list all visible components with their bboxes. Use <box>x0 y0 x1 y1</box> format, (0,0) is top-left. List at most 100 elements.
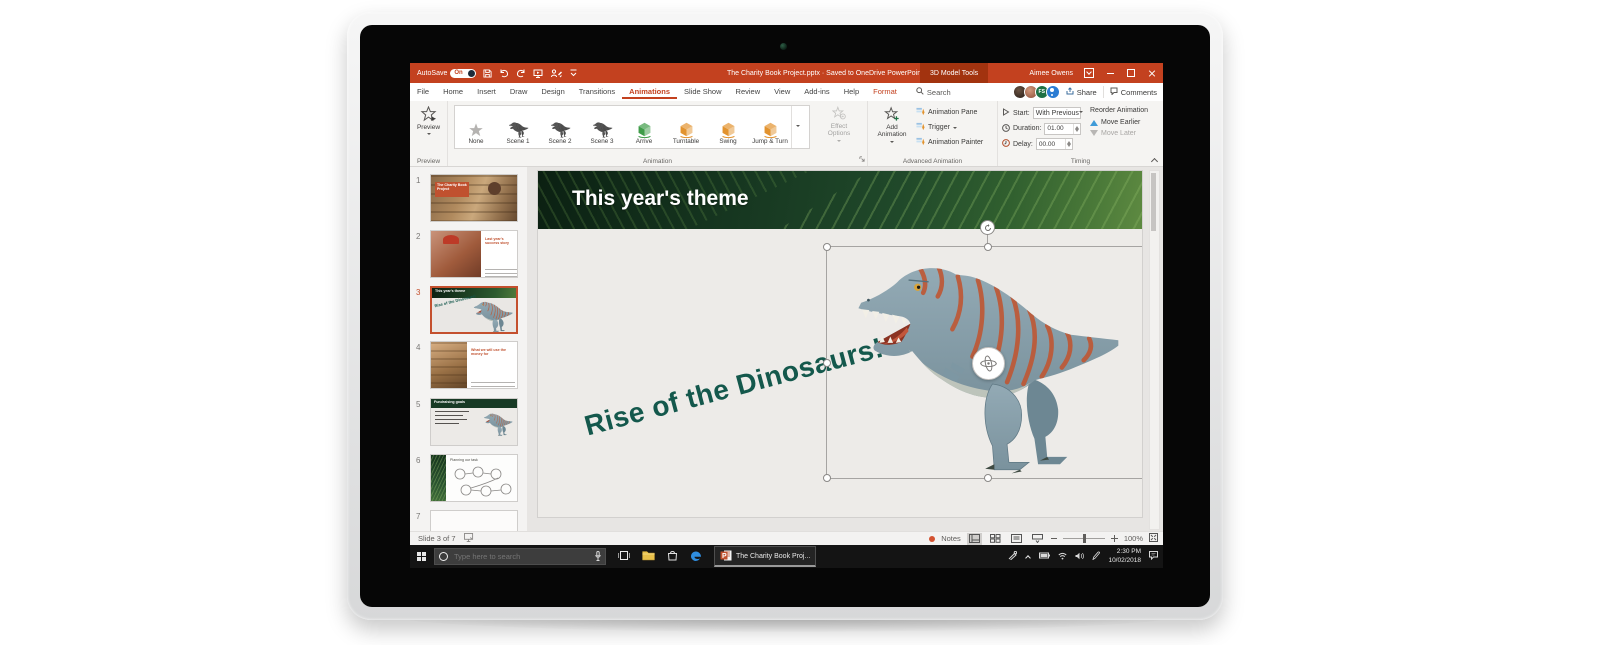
spinner-icon[interactable] <box>1065 139 1072 149</box>
notes-button[interactable]: Notes <box>941 534 961 543</box>
animation-gallery-item[interactable]: Scene 2 <box>539 106 581 148</box>
effect-options-button[interactable]: Effect Options <box>814 106 864 144</box>
zoom-in-icon[interactable] <box>1111 535 1118 542</box>
zoom-level[interactable]: 100% <box>1124 534 1143 543</box>
account-name[interactable]: Aimee Owens <box>1029 70 1073 77</box>
animation-gallery-item[interactable]: Swing <box>707 106 749 148</box>
advanced-animation-command[interactable]: Animation Pane <box>916 107 983 118</box>
ribbon-tab[interactable]: Transitions <box>572 85 622 99</box>
move-later-button[interactable]: Move Later <box>1090 130 1148 137</box>
slide-thumbnail-1[interactable]: 1 The Charity Book Project <box>410 174 527 222</box>
vertical-scrollbar[interactable] <box>1149 170 1160 530</box>
taskbar-clock[interactable]: 2:30 PM 10/02/2018 <box>1108 548 1141 564</box>
delay-input[interactable] <box>1036 138 1073 150</box>
ribbon-tab[interactable]: View <box>767 85 797 99</box>
slide-thumbnail-5[interactable]: 5 Fundraising goals <box>410 398 527 446</box>
search-input[interactable]: Search <box>916 87 951 97</box>
save-icon[interactable] <box>483 69 492 78</box>
rotate-handle[interactable] <box>980 220 995 235</box>
taskbar-search[interactable] <box>434 548 606 565</box>
restore-icon[interactable] <box>1126 68 1136 78</box>
slide-thumbnail-4[interactable]: 4 What we will use the money for <box>410 341 527 389</box>
resize-handle-left[interactable] <box>823 359 831 367</box>
slide-title[interactable]: This year's theme <box>572 187 749 211</box>
animation-gallery-item[interactable]: Scene 3 <box>581 106 623 148</box>
advanced-animation-command[interactable]: Trigger <box>916 122 983 133</box>
file-explorer-icon[interactable] <box>642 550 655 563</box>
ribbon-tab[interactable]: Design <box>534 85 571 99</box>
taskbar-active-app-powerpoint[interactable]: P The Charity Book Proj... <box>714 546 816 567</box>
network-icon[interactable] <box>1058 552 1067 562</box>
slide-thumbnail-7[interactable]: 7 <box>410 510 527 531</box>
ribbon-tab[interactable]: Insert <box>470 85 503 99</box>
store-icon[interactable] <box>667 550 678 563</box>
edge-icon[interactable] <box>690 550 702 564</box>
reading-view-icon[interactable] <box>1009 533 1024 545</box>
minimize-icon[interactable] <box>1105 68 1115 78</box>
ink-workspace-icon[interactable] <box>1008 551 1017 562</box>
selection-box[interactable] <box>826 246 1143 479</box>
advanced-animation-command[interactable]: Animation Painter <box>916 137 983 148</box>
collapse-ribbon-icon[interactable] <box>1151 157 1158 164</box>
hidden-icons-icon[interactable] <box>1025 554 1031 560</box>
animation-gallery-item[interactable]: None <box>455 106 497 148</box>
zoom-out-icon[interactable] <box>1051 538 1057 539</box>
microphone-icon[interactable] <box>595 551 601 563</box>
start-select[interactable]: With Previous <box>1033 107 1081 119</box>
slide-thumbnail-6[interactable]: 6 Planning our task <box>410 454 527 502</box>
3d-rotate-control[interactable] <box>972 347 1005 380</box>
slide-3[interactable]: This year's theme Rise of the Dinosaurs! <box>537 170 1143 518</box>
battery-icon[interactable] <box>1039 552 1050 561</box>
redo-icon[interactable] <box>516 69 526 78</box>
slide-thumbnail-2[interactable]: 2 Last year's success story <box>410 230 527 278</box>
customize-qat-icon[interactable] <box>570 69 577 77</box>
search-input[interactable] <box>452 551 591 562</box>
gallery-more-icon[interactable] <box>791 106 803 148</box>
spinner-icon[interactable] <box>1073 124 1080 134</box>
avatar[interactable] <box>1046 85 1060 99</box>
slide-sorter-icon[interactable] <box>988 533 1003 545</box>
zoom-slider[interactable] <box>1063 538 1105 539</box>
ribbon-tab[interactable]: Home <box>436 85 470 99</box>
resize-handle-top-left[interactable] <box>823 243 831 251</box>
ribbon-tab[interactable]: Animations <box>622 85 677 99</box>
collaborator-avatars[interactable]: FS <box>1013 85 1060 99</box>
resize-handle-bottom-left[interactable] <box>823 474 831 482</box>
dialog-launcher-icon[interactable] <box>859 156 865 164</box>
draw-mode-icon[interactable] <box>550 69 563 78</box>
animation-gallery-item[interactable]: Jump & Turn <box>749 106 791 148</box>
ribbon-display-options-icon[interactable] <box>1084 68 1094 78</box>
fit-to-window-icon[interactable] <box>1149 533 1158 544</box>
animation-gallery-item[interactable]: Turntable <box>665 106 707 148</box>
zoom-slider-thumb[interactable] <box>1083 534 1086 543</box>
share-button[interactable]: Share <box>1066 87 1097 97</box>
slide-thumbnail-3-selected[interactable]: 3 This year's theme Rise of the Dinosaur… <box>410 286 527 334</box>
close-icon[interactable] <box>1147 68 1157 78</box>
animation-gallery-item[interactable]: Arrive <box>623 106 665 148</box>
resize-handle-bottom[interactable] <box>984 474 992 482</box>
animation-gallery-item[interactable]: Scene 1 <box>497 106 539 148</box>
add-animation-button[interactable]: Add Animation <box>872 106 912 145</box>
ribbon-tab[interactable]: Draw <box>503 85 535 99</box>
ribbon-tab[interactable]: File <box>410 85 436 99</box>
ribbon-tab[interactable]: Slide Show <box>677 85 729 99</box>
comments-button[interactable]: Comments <box>1110 87 1157 97</box>
task-view-icon[interactable] <box>618 550 630 563</box>
resize-handle-top[interactable] <box>984 243 992 251</box>
pen-icon[interactable] <box>1092 551 1100 562</box>
start-slideshow-icon[interactable] <box>533 69 543 78</box>
ribbon-tab[interactable]: Review <box>729 85 768 99</box>
start-icon[interactable] <box>417 552 426 561</box>
display-settings-icon[interactable] <box>464 533 474 544</box>
contextual-tab-3d-model-tools[interactable]: 3D Model Tools <box>920 63 988 83</box>
ribbon-tab[interactable]: Help <box>837 85 866 99</box>
ribbon-tab[interactable]: Format <box>866 85 904 99</box>
preview-button[interactable]: Preview <box>417 106 440 137</box>
undo-icon[interactable] <box>499 69 509 78</box>
action-center-icon[interactable] <box>1149 551 1158 562</box>
scrollbar-thumb[interactable] <box>1151 173 1156 231</box>
volume-icon[interactable] <box>1075 552 1084 562</box>
duration-input[interactable] <box>1044 123 1081 135</box>
ribbon-tab[interactable]: Add-ins <box>797 85 836 99</box>
normal-view-icon[interactable] <box>967 533 982 545</box>
